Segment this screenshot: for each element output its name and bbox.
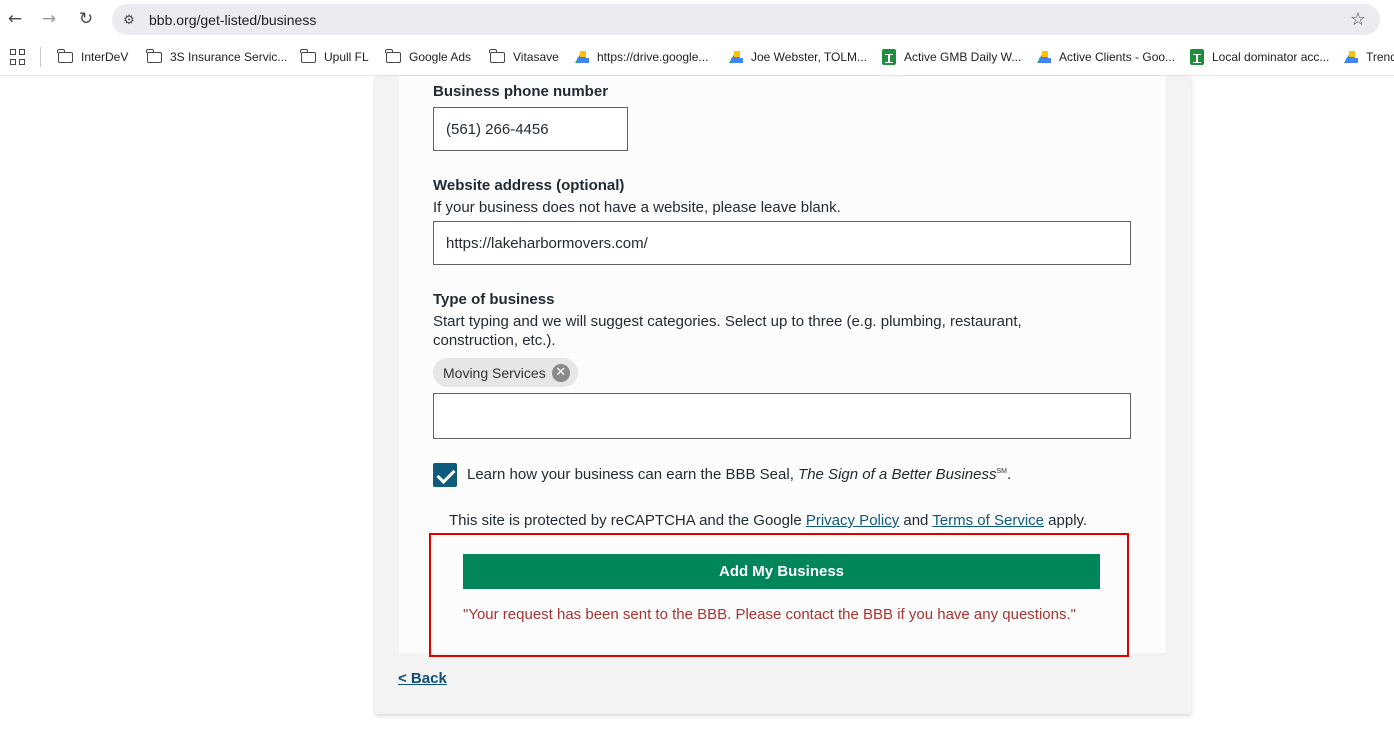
- url-text[interactable]: bbb.org/get-listed/business: [149, 12, 316, 28]
- recaptcha-suffix: apply.: [1044, 512, 1088, 529]
- website-help-text: If your business does not have a website…: [433, 199, 841, 216]
- bookmark-item[interactable]: Trend: [1344, 48, 1394, 66]
- bookmark-item[interactable]: Vitasave: [489, 48, 559, 66]
- folder-icon: [300, 48, 316, 63]
- bookmark-item[interactable]: InterDeV: [57, 48, 129, 66]
- bookmark-label: Trend: [1366, 50, 1394, 64]
- bookmarks-bar: InterDeV 3S Insurance Servic... Upull FL…: [0, 38, 1394, 76]
- recaptcha-middle: and: [899, 512, 933, 529]
- website-label: Website address (optional): [433, 177, 625, 194]
- page-content: Business phone number (561) 266-4456 Web…: [0, 76, 1394, 751]
- reload-icon[interactable]: ↻: [75, 8, 97, 30]
- business-type-label: Type of business: [433, 291, 555, 308]
- bookmark-label: InterDeV: [81, 50, 129, 64]
- phone-input[interactable]: (561) 266-4456: [433, 107, 628, 151]
- back-arrow-icon[interactable]: ←: [4, 8, 26, 30]
- bookmark-label: Local dominator acc...: [1212, 50, 1330, 64]
- bookmark-label: Google Ads: [409, 50, 472, 64]
- bookmark-label: Upull FL: [324, 50, 369, 64]
- folder-icon: [489, 48, 505, 63]
- google-sheets-icon: [1190, 49, 1204, 65]
- bookmark-star-icon[interactable]: ☆: [1350, 9, 1366, 30]
- google-drive-icon: [729, 51, 743, 63]
- address-bar[interactable]: ⚙ bbb.org/get-listed/business ☆: [112, 4, 1380, 35]
- bookmark-item[interactable]: Active GMB Daily W...: [882, 48, 1021, 66]
- google-drive-icon: [1037, 51, 1051, 63]
- folder-icon: [146, 48, 162, 63]
- back-link[interactable]: < Back: [398, 670, 447, 687]
- folder-icon: [57, 48, 73, 63]
- service-mark: SM: [996, 468, 1008, 475]
- seal-text-suffix: .: [1007, 466, 1012, 483]
- bookmarks-divider: [40, 47, 41, 67]
- business-type-input[interactable]: [433, 393, 1131, 439]
- confirmation-message: "Your request has been sent to the BBB. …: [463, 606, 1076, 623]
- terms-of-service-link[interactable]: Terms of Service: [932, 512, 1044, 529]
- add-my-business-button[interactable]: Add My Business: [463, 554, 1100, 589]
- forward-arrow-icon[interactable]: →: [38, 8, 60, 30]
- highlight-box: [429, 533, 1129, 657]
- bookmark-item[interactable]: Joe Webster, TOLM...: [729, 48, 867, 66]
- bbb-seal-checkbox[interactable]: [433, 463, 457, 487]
- bookmark-label: Active Clients - Goo...: [1059, 50, 1176, 64]
- phone-label: Business phone number: [433, 83, 609, 100]
- bookmark-label: https://drive.google...: [597, 50, 709, 64]
- google-sheets-icon: [882, 49, 896, 65]
- bookmark-item[interactable]: 3S Insurance Servic...: [146, 48, 288, 66]
- google-drive-icon: [1344, 51, 1358, 63]
- category-chip-label: Moving Services: [443, 364, 546, 381]
- bookmark-label: 3S Insurance Servic...: [170, 50, 288, 64]
- apps-grid-icon[interactable]: [10, 49, 26, 65]
- bookmark-label: Active GMB Daily W...: [904, 50, 1022, 64]
- seal-text-prefix: Learn how your business can earn the BBB…: [467, 466, 799, 483]
- bookmark-item[interactable]: Google Ads: [385, 48, 472, 66]
- business-type-help-text: Start typing and we will suggest categor…: [433, 313, 1022, 349]
- recaptcha-prefix: This site is protected by reCAPTCHA and …: [449, 512, 806, 529]
- privacy-policy-link[interactable]: Privacy Policy: [806, 512, 899, 529]
- bookmark-item[interactable]: Upull FL: [300, 48, 369, 66]
- website-input[interactable]: https://lakeharbormovers.com/: [433, 221, 1131, 265]
- bookmark-label: Vitasave: [513, 50, 559, 64]
- seal-text-italic: The Sign of a Better Business: [798, 466, 997, 483]
- google-drive-icon: [575, 51, 589, 63]
- category-chip: Moving Services ✕: [433, 358, 578, 387]
- recaptcha-notice: This site is protected by reCAPTCHA and …: [449, 512, 1087, 529]
- bookmark-label: Joe Webster, TOLM...: [751, 50, 868, 64]
- folder-icon: [385, 48, 401, 63]
- bookmark-item[interactable]: Active Clients - Goo...: [1037, 48, 1175, 66]
- browser-toolbar: ← → ↻ ⚙ bbb.org/get-listed/business ☆: [0, 0, 1394, 38]
- bookmark-item[interactable]: https://drive.google...: [575, 48, 708, 66]
- bbb-seal-label: Learn how your business can earn the BBB…: [467, 466, 1011, 483]
- site-settings-icon[interactable]: ⚙: [120, 11, 138, 29]
- remove-chip-icon[interactable]: ✕: [551, 363, 570, 382]
- bookmark-item[interactable]: Local dominator acc...: [1190, 48, 1329, 66]
